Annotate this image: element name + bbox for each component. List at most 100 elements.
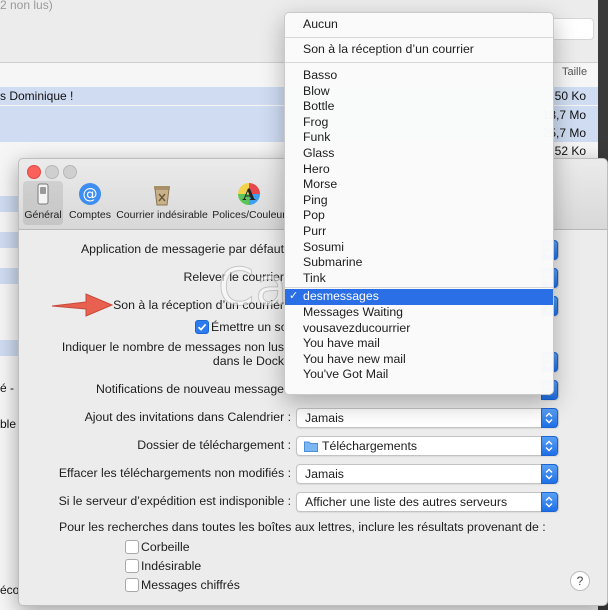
junk-mail-icon — [154, 186, 170, 206]
menu-item-sound[interactable]: Pop — [285, 208, 553, 223]
annotation-arrow-icon — [51, 293, 114, 317]
menu-item-label: Funk — [303, 130, 331, 145]
svg-text:A: A — [242, 185, 256, 204]
calendar-invites-label: Ajout des invitations dans Calendrier : — [84, 410, 291, 424]
popup-arrows-icon — [541, 492, 558, 512]
menu-item-sound[interactable]: Submarine — [285, 255, 553, 270]
checkmark-icon: ✓ — [289, 290, 299, 303]
menu-item-label: Blow — [303, 83, 330, 98]
menu-item-sound[interactable]: Purr — [285, 224, 553, 239]
at-sign-icon: @ — [79, 183, 101, 205]
menu-item-label: desmessages — [303, 289, 379, 304]
message-row-fragment — [0, 232, 18, 248]
menu-item-sound[interactable]: Funk — [285, 130, 553, 145]
menu-item-sound[interactable]: You have mail — [285, 336, 553, 351]
close-window-button[interactable] — [27, 165, 41, 179]
size-column-header[interactable]: Taille — [562, 66, 587, 78]
menu-item-sound[interactable]: Bottle — [285, 99, 553, 114]
unread-count-label: Indiquer le nombre de messages non lus — [61, 340, 284, 354]
menu-item-sound[interactable]: Frog — [285, 115, 553, 130]
message-size: 52 Ko — [554, 144, 586, 158]
downloads-folder-value: Téléchargements — [322, 439, 418, 453]
general-switch-icon — [37, 183, 49, 205]
message-row-fragment — [0, 340, 18, 356]
menu-item-sound[interactable]: vousavezducourrier — [285, 321, 553, 336]
message-snippet: éco — [0, 583, 20, 597]
encrypted-checkbox[interactable] — [125, 578, 139, 592]
help-button[interactable]: ? — [570, 571, 590, 591]
menu-item-label: You have new mail — [303, 351, 406, 366]
sound-dropdown-menu: Aucun Son à la réception d’un courrier B… — [284, 12, 554, 395]
menu-item-label: Pop — [303, 208, 325, 223]
menu-item-sound[interactable]: Glass — [285, 146, 553, 161]
message-row-fragment — [0, 268, 18, 284]
tab-label: Général — [24, 209, 62, 221]
menu-item-sound[interactable]: Hero — [285, 162, 553, 177]
downloads-folder-popup[interactable]: Téléchargements — [296, 436, 559, 456]
menu-item-label: Bottle — [303, 99, 335, 114]
menu-separator — [285, 37, 553, 38]
tab-label: Comptes — [68, 209, 111, 221]
menu-item-label: Purr — [303, 224, 327, 238]
folder-icon — [304, 441, 318, 452]
tab-label: Polices/Couleur — [212, 209, 286, 221]
downloads-folder-label: Dossier de téléchargement : — [137, 438, 291, 452]
search-field[interactable] — [548, 18, 594, 40]
zoom-window-button[interactable] — [63, 165, 77, 179]
menu-separator — [285, 287, 553, 289]
trash-checkbox[interactable] — [125, 540, 139, 554]
junk-label: Indésirable — [141, 559, 202, 573]
menu-item-label: Tink — [303, 270, 326, 285]
trash-label: Corbeille — [141, 540, 190, 554]
popup-arrows-icon — [541, 408, 558, 428]
menu-separator — [285, 62, 553, 63]
remove-downloads-label: Effacer les téléchargements non modifiés… — [58, 466, 291, 480]
menu-item-label: Morse — [303, 177, 338, 192]
notifications-label: Notifications de nouveau message — [96, 382, 284, 396]
menu-item-none[interactable]: Aucun — [285, 17, 553, 32]
menu-item-sound[interactable]: You have new mail — [285, 352, 553, 367]
menu-item-label: Basso — [303, 68, 338, 82]
search-include-label: Pour les recherches dans toutes les boît… — [59, 520, 546, 534]
encrypted-label: Messages chiffrés — [141, 578, 240, 592]
remove-downloads-value: Jamais — [305, 467, 344, 481]
menu-item-label: Submarine — [303, 255, 363, 270]
menu-item-default-sound[interactable]: Son à la réception d’un courrier — [285, 42, 553, 57]
menu-item-sound[interactable]: ✓ desmessages — [285, 289, 553, 306]
tab-fonts-colors[interactable]: A Polices/Couleur — [211, 181, 287, 225]
calendar-invites-popup[interactable]: Jamais — [296, 408, 559, 428]
remove-downloads-popup[interactable]: Jamais — [296, 464, 559, 484]
menu-item-sound[interactable]: Morse — [285, 177, 553, 192]
menu-item-label: Glass — [303, 146, 335, 160]
menu-item-label: You've Got Mail — [303, 367, 389, 382]
tab-general[interactable]: Général — [23, 181, 63, 225]
menu-item-label: Sosumi — [303, 239, 345, 254]
popup-arrows-icon — [541, 464, 558, 484]
menu-item-label: Ping — [303, 192, 328, 207]
menu-item-label: Hero — [303, 161, 330, 176]
menu-item-sound[interactable]: Sosumi — [285, 240, 553, 255]
menu-item-label: vousavezducourrier — [303, 320, 411, 335]
menu-item-sound[interactable]: Tink — [285, 271, 553, 286]
tab-accounts[interactable]: @ Comptes — [67, 181, 113, 225]
play-sounds-label: Émettre un so — [211, 320, 288, 334]
tab-junk-mail[interactable]: Courrier indésirable — [115, 181, 209, 225]
menu-item-sound[interactable]: You've Got Mail — [285, 367, 553, 382]
default-app-label: Application de messagerie par défaut — [80, 242, 284, 256]
message-row-fragment — [0, 196, 18, 212]
play-sounds-checkbox[interactable] — [195, 320, 209, 334]
server-unavailable-popup[interactable]: Afficher une liste des autres serveurs — [296, 492, 559, 512]
unread-count-label-line2: dans le Dock — [212, 354, 284, 368]
mailbox-subtitle: 2 non lus) — [0, 0, 53, 12]
menu-item-sound[interactable]: Ping — [285, 193, 553, 208]
server-unavailable-value: Afficher une liste des autres serveurs — [305, 495, 508, 509]
minimize-window-button[interactable] — [45, 165, 59, 179]
menu-item-label: Frog — [303, 114, 329, 129]
menu-item-sound[interactable]: Blow — [285, 84, 553, 99]
message-sender: s Dominique ! — [0, 89, 74, 103]
junk-checkbox[interactable] — [125, 559, 139, 573]
message-size: 50 Ko — [554, 89, 586, 103]
menu-item-sound[interactable]: Messages Waiting — [285, 305, 553, 320]
fonts-colors-icon: A — [238, 183, 260, 205]
menu-item-sound[interactable]: Basso — [285, 68, 553, 83]
